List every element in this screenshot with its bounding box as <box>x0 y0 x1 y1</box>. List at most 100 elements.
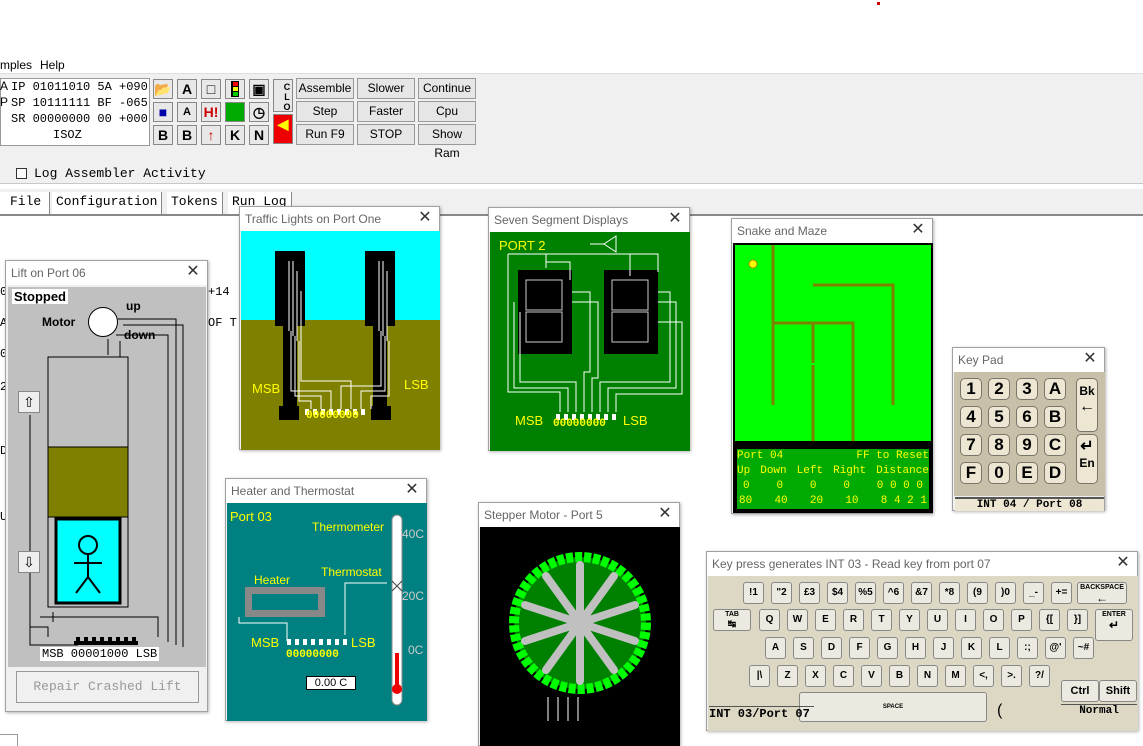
keyboard-key[interactable]: D <box>821 637 842 659</box>
keyboard-key[interactable]: <, <box>973 665 994 687</box>
keyboard-key[interactable]: "2 <box>771 582 792 604</box>
close-icon[interactable]: ✕ <box>417 207 433 231</box>
small-a-icon[interactable]: A <box>177 102 197 122</box>
green-chip-icon[interactable] <box>225 102 245 122</box>
keypad-key[interactable]: D <box>1044 462 1066 484</box>
keyboard-key[interactable]: !1 <box>743 582 764 604</box>
save-icon[interactable]: ■ <box>153 102 173 122</box>
n-icon[interactable]: N <box>249 125 269 145</box>
keyboard-key[interactable]: I <box>955 609 976 631</box>
keyboard-key[interactable]: C <box>833 665 854 687</box>
keypad-key[interactable]: 6 <box>1016 406 1038 428</box>
keypad-key[interactable]: 2 <box>988 378 1010 400</box>
dotted-b-icon[interactable]: B <box>153 125 173 145</box>
keypad-key[interactable]: C <box>1044 434 1066 456</box>
shift-key[interactable]: Shift <box>1099 680 1137 702</box>
keypad-key[interactable]: 9 <box>1016 434 1038 456</box>
keypad-key[interactable]: B <box>1044 406 1066 428</box>
heater-icon[interactable]: H! <box>201 102 221 122</box>
keyboard-key[interactable]: :; <box>1017 637 1038 659</box>
keyboard-key[interactable]: @' <box>1045 637 1066 659</box>
slower-button[interactable]: Slower <box>357 78 415 99</box>
keyboard-key[interactable]: V <box>861 665 882 687</box>
tab-file[interactable]: File <box>0 192 50 214</box>
keyboard-key[interactable]: += <box>1051 582 1072 604</box>
continue-button[interactable]: Continue <box>418 78 476 99</box>
keyboard-key[interactable]: K <box>961 637 982 659</box>
enter-key[interactable]: ↵ En <box>1076 434 1098 484</box>
close-icon[interactable]: ✕ <box>1082 348 1098 372</box>
keyboard-key[interactable]: >. <box>1001 665 1022 687</box>
keypad-key[interactable]: 1 <box>960 378 982 400</box>
keypad-key[interactable]: A <box>1044 378 1066 400</box>
keyboard-key[interactable]: £3 <box>799 582 820 604</box>
cpu-reset-button[interactable]: Cpu Reset <box>418 101 476 137</box>
keyboard-key[interactable]: P <box>1011 609 1032 631</box>
clock-toggle-button[interactable]: CLO <box>273 79 293 112</box>
keyboard-key[interactable]: A <box>765 637 786 659</box>
keyboard-key[interactable]: O <box>983 609 1004 631</box>
keyboard-key[interactable]: |\ <box>749 665 770 687</box>
assemble-button[interactable]: Assemble <box>296 78 354 99</box>
device-icon[interactable]: ▣ <box>249 79 269 99</box>
stop-button[interactable]: STOP <box>357 124 415 145</box>
keypad-key[interactable]: E <box>1016 462 1038 484</box>
keyboard-key[interactable]: ^6 <box>883 582 904 604</box>
menu-item-help[interactable]: Help <box>40 58 65 72</box>
keyboard-key[interactable]: G <box>877 637 898 659</box>
keyboard-key[interactable]: $4 <box>827 582 848 604</box>
up-arrow-icon[interactable]: ↑ <box>201 125 221 145</box>
keyboard-key[interactable]: L <box>989 637 1010 659</box>
keyboard-key[interactable]: Z <box>777 665 798 687</box>
close-icon[interactable]: ✕ <box>657 503 673 527</box>
keyboard-key[interactable]: _- <box>1023 582 1044 604</box>
show-ram-button[interactable]: Show Ram <box>418 124 476 160</box>
keyboard-key[interactable]: S <box>793 637 814 659</box>
keyboard-key[interactable]: Y <box>899 609 920 631</box>
keyboard-key[interactable]: ~# <box>1073 637 1094 659</box>
keyboard-key[interactable]: %5 <box>855 582 876 604</box>
run-button[interactable]: Run F9 <box>296 124 354 145</box>
keyboard-key[interactable]: W <box>787 609 808 631</box>
monitor-icon[interactable]: □ <box>201 79 221 99</box>
call-down-button[interactable]: ⇩ <box>18 551 40 573</box>
tab-configuration[interactable]: Configuration <box>52 192 163 214</box>
traffic-light-icon[interactable] <box>225 79 245 99</box>
keyboard-key[interactable]: )0 <box>995 582 1016 604</box>
ctrl-key[interactable]: Ctrl <box>1061 680 1099 702</box>
close-icon[interactable]: ✕ <box>404 479 420 503</box>
repair-lift-button[interactable]: Repair Crashed Lift <box>16 671 199 703</box>
keyboard-key[interactable]: }] <box>1067 609 1088 631</box>
log-checkbox[interactable] <box>16 168 27 179</box>
keypad-key[interactable]: 4 <box>960 406 982 428</box>
keyboard-key[interactable]: F <box>849 637 870 659</box>
tab-key[interactable]: TAB ↹ <box>713 609 751 631</box>
call-up-button[interactable]: ⇧ <box>18 391 40 413</box>
keyboard-key[interactable]: B <box>889 665 910 687</box>
faster-button[interactable]: Faster <box>357 101 415 122</box>
menu-item-samples[interactable]: mples <box>0 58 32 72</box>
keyboard-key[interactable]: U <box>927 609 948 631</box>
b-icon[interactable]: B <box>177 125 197 145</box>
keyboard-key[interactable]: J <box>933 637 954 659</box>
close-icon[interactable]: ✕ <box>667 208 683 232</box>
open-file-icon[interactable]: 📂 <box>153 79 173 99</box>
keyboard-key[interactable]: R <box>843 609 864 631</box>
keyboard-key[interactable]: {[ <box>1039 609 1060 631</box>
keypad-key[interactable]: 0 <box>988 462 1010 484</box>
keyboard-key[interactable]: M <box>945 665 966 687</box>
keyboard-key[interactable]: H <box>905 637 926 659</box>
keyboard-key[interactable]: *8 <box>939 582 960 604</box>
backspace-key[interactable]: Bk ← <box>1076 378 1098 432</box>
keyboard-key[interactable]: N <box>917 665 938 687</box>
close-icon[interactable]: ✕ <box>1115 552 1131 576</box>
tab-tokens[interactable]: Tokens <box>167 192 223 214</box>
keyboard-key[interactable]: ?/ <box>1029 665 1050 687</box>
space-key[interactable]: SPACE <box>799 692 987 722</box>
clock-icon[interactable]: ◷ <box>249 102 269 122</box>
keypad-key[interactable]: 7 <box>960 434 982 456</box>
keyboard-key[interactable]: T <box>871 609 892 631</box>
close-icon[interactable]: ✕ <box>185 261 201 285</box>
keypad-key[interactable]: 8 <box>988 434 1010 456</box>
keyboard-key[interactable]: &7 <box>911 582 932 604</box>
